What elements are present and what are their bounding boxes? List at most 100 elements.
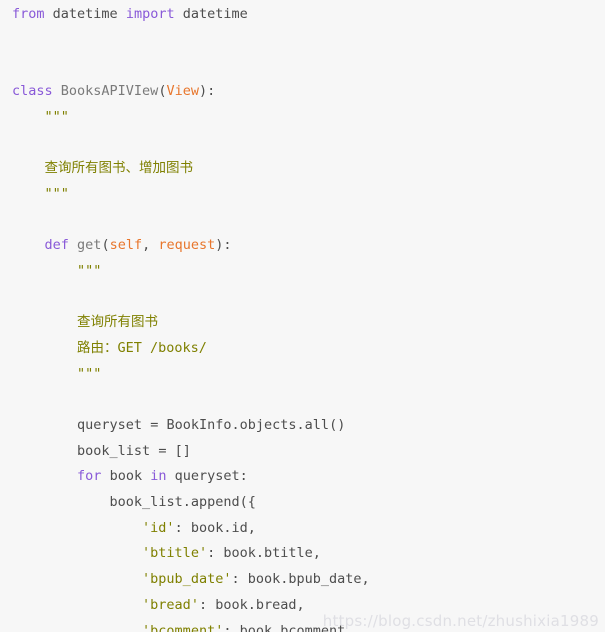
code-token-op	[175, 6, 183, 22]
code-token-nm: objects	[239, 417, 297, 433]
code-token-kw: in	[150, 468, 167, 485]
code-token-nm: datetime	[52, 6, 118, 22]
code-token-op	[45, 6, 53, 22]
code-token-nm: book	[247, 571, 281, 588]
code-token-op: ()	[329, 417, 346, 433]
python-code-block[interactable]: from datetime import datetime class Book…	[0, 0, 605, 632]
code-token-op	[69, 237, 77, 253]
code-token-nm: append	[190, 494, 240, 511]
code-token-op: = []	[150, 442, 191, 459]
code-token-str: 'id'	[142, 519, 175, 536]
code-token-op: .	[182, 494, 191, 511]
code-token-nm: queryset	[77, 417, 143, 433]
code-screenshot-surface: from datetime import datetime class Book…	[0, 0, 605, 632]
code-token-kw: class	[12, 83, 53, 100]
code-line: 路由：GET /books/	[0, 336, 605, 362]
code-token-nm: queryset	[174, 468, 240, 485]
code-token-nm: datetime	[182, 6, 248, 22]
code-token-op	[142, 468, 150, 484]
code-line: 'btitle': book.btitle,	[0, 541, 605, 567]
code-token-op: .	[296, 417, 305, 433]
code-line: 查询所有图书、增加图书	[0, 156, 605, 182]
code-line: 'bpub_date': book.bpub_date,	[0, 567, 605, 593]
code-line: """	[0, 259, 605, 285]
code-token-nm: book	[190, 519, 224, 536]
code-token-op: ,	[361, 571, 370, 588]
code-token-kw: import	[125, 6, 175, 22]
code-token-doc: 查询所有图书、增加图书	[44, 160, 194, 177]
code-token-str: 'bpub_date'	[142, 571, 232, 588]
code-token-nm: bread	[255, 596, 297, 613]
code-line: 'id': book.id,	[0, 516, 605, 542]
code-line: book_list.append({	[0, 490, 605, 516]
code-token-cls: get	[77, 237, 102, 254]
code-token-doc: """	[44, 185, 69, 202]
code-line	[0, 130, 605, 156]
code-token-nm: book	[239, 622, 273, 632]
code-token-op: .	[255, 545, 264, 562]
code-line: """	[0, 362, 605, 388]
code-token-doc: """	[44, 108, 69, 125]
code-line: book_list = []	[0, 439, 605, 465]
code-token-op	[118, 6, 126, 22]
code-token-op: :	[198, 596, 216, 613]
code-token-op: ):	[198, 83, 216, 100]
code-token-op: .	[247, 596, 256, 613]
code-token-op: ,	[345, 622, 354, 632]
code-token-op: :	[239, 468, 248, 485]
code-line: """	[0, 182, 605, 208]
code-token-op: ):	[215, 237, 232, 254]
code-token-op: :	[174, 519, 191, 536]
code-token-bi: request	[158, 237, 216, 254]
code-line: for book in queryset:	[0, 464, 605, 490]
code-line: queryset = BookInfo.objects.all()	[0, 413, 605, 439]
code-line: 'bcomment': book.bcomment,	[0, 619, 605, 632]
code-line: """	[0, 105, 605, 131]
code-token-nm: book_list	[109, 494, 183, 511]
code-line: def get(self, request):	[0, 233, 605, 259]
code-token-nm: all	[304, 417, 330, 433]
code-token-op: :	[231, 571, 248, 588]
code-token-bi: self	[109, 237, 143, 254]
code-line: class BooksAPIVIew(View):	[0, 79, 605, 105]
code-token-str: 'bread'	[142, 596, 199, 613]
code-token-doc: """	[77, 262, 102, 279]
code-line: 'bread': book.bread,	[0, 593, 605, 619]
code-token-op: (	[101, 237, 110, 254]
code-token-op: :	[223, 622, 240, 632]
code-token-nm: bcomment	[280, 622, 346, 632]
code-token-str: 'btitle'	[142, 545, 208, 562]
code-token-op: ,	[296, 596, 305, 613]
code-line: from datetime import datetime	[0, 2, 605, 28]
code-token-cls: BooksAPIVIew	[60, 83, 159, 100]
code-token-kw: for	[77, 468, 102, 485]
code-token-op: ({	[239, 494, 256, 511]
code-token-op: :	[207, 545, 224, 562]
code-line	[0, 285, 605, 311]
code-token-op: ,	[247, 519, 256, 536]
code-token-op: =	[142, 417, 167, 433]
code-token-bi: View	[166, 83, 199, 100]
